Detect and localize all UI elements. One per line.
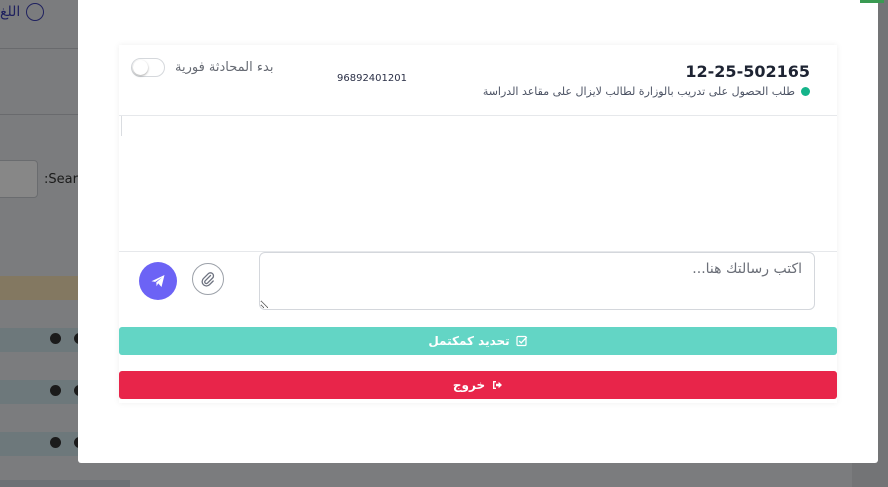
exit-button[interactable]: خروج — [119, 371, 837, 399]
paperclip-icon — [201, 272, 215, 287]
chat-modal: 12-25-502165 طلب الحصول على تدريب بالوزا… — [78, 0, 884, 463]
paper-plane-icon — [151, 275, 165, 287]
scroll-edge — [121, 116, 122, 136]
sign-out-icon — [493, 381, 503, 389]
live-chat-label: بدء المحادثة فورية — [175, 60, 274, 75]
chat-header: 12-25-502165 طلب الحصول على تدريب بالوزا… — [119, 45, 837, 116]
chat-card: 12-25-502165 طلب الحصول على تدريب بالوزا… — [119, 45, 837, 403]
live-chat-control: بدء المحادثة فورية — [131, 58, 273, 77]
message-input[interactable] — [259, 252, 815, 310]
status-dot-icon — [801, 87, 810, 96]
attach-button[interactable] — [192, 263, 224, 295]
phone-number: 96892401201 — [337, 73, 407, 84]
mark-complete-button[interactable]: تحديد كمكتمل — [119, 327, 837, 355]
request-title: طلب الحصول على تدريب بالوزارة لطالب لايز… — [482, 85, 795, 98]
messages-area — [119, 116, 837, 252]
request-subtitle: طلب الحصول على تدريب بالوزارة لطالب لايز… — [483, 85, 810, 98]
send-button[interactable] — [139, 262, 177, 300]
request-number: 12-25-502165 — [685, 62, 810, 81]
toggle-knob — [133, 60, 148, 75]
accent-strip — [860, 0, 884, 3]
live-chat-toggle[interactable] — [131, 58, 165, 77]
mark-complete-label: تحديد كمكتمل — [428, 334, 510, 348]
exit-label: خروج — [452, 378, 486, 392]
check-square-icon — [516, 335, 527, 347]
